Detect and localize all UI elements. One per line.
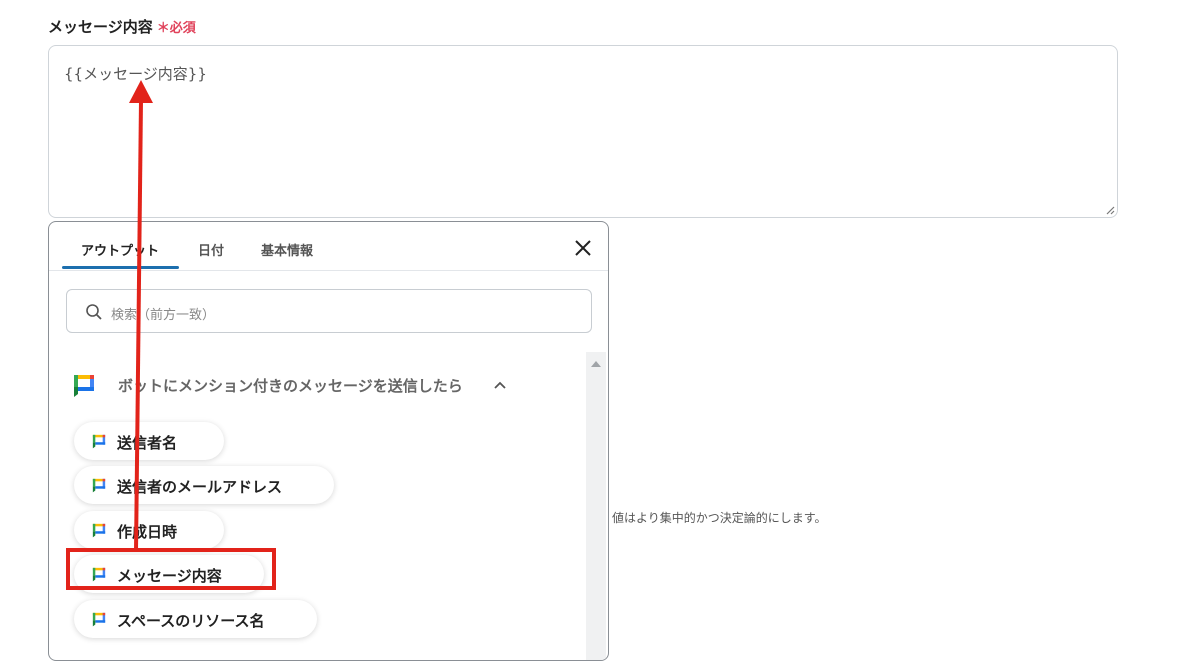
required-text: 必須 [169, 21, 196, 36]
google-chat-icon [74, 375, 94, 397]
required-badge: ＊必須 [157, 21, 196, 36]
scrollbar[interactable] [586, 352, 606, 660]
background-hint-text: 値はより集中的かつ決定論的にします。 [612, 511, 827, 525]
scroll-up-arrow-icon[interactable] [591, 361, 601, 367]
message-textarea[interactable]: {{メッセージ内容}} [48, 45, 1118, 218]
google-chat-icon [92, 523, 106, 538]
section-header[interactable]: ボットにメンション付きのメッセージを送信したら [71, 372, 521, 398]
output-item-label: スペースのリソース名 [117, 612, 265, 630]
output-item-label: 送信者名 [117, 434, 178, 452]
output-item-created-at[interactable]: 作成日時 [74, 511, 224, 549]
resize-grip-icon[interactable] [1105, 205, 1115, 215]
output-item-label: 作成日時 [117, 523, 178, 541]
search-icon [86, 304, 102, 320]
active-tab-indicator [62, 266, 179, 269]
field-label-text: メッセージ内容 [48, 18, 153, 36]
section-title: ボットにメンション付きのメッセージを送信したら [118, 377, 463, 395]
tab-output[interactable]: アウトプット [81, 240, 159, 259]
field-label: メッセージ内容 ＊必須 [48, 16, 196, 37]
search-input[interactable]: 検索（前方一致） [66, 289, 592, 333]
annotation-highlight-box [66, 548, 276, 590]
required-mark: ＊ [156, 21, 170, 36]
chevron-up-icon[interactable] [494, 380, 506, 390]
output-item-sender-email[interactable]: 送信者のメールアドレス [74, 466, 334, 504]
search-placeholder: 検索（前方一致） [111, 308, 216, 323]
google-chat-icon [92, 434, 106, 449]
output-item-space-resource-name[interactable]: スペースのリソース名 [74, 600, 317, 638]
tab-basic-info[interactable]: 基本情報 [261, 240, 313, 259]
google-chat-icon [92, 478, 106, 493]
tab-bar: アウトプット 日付 基本情報 [49, 222, 608, 271]
tab-date[interactable]: 日付 [198, 240, 224, 259]
output-item-label: 送信者のメールアドレス [117, 478, 283, 496]
message-value: {{メッセージ内容}} [64, 65, 207, 83]
output-item-sender-name[interactable]: 送信者名 [74, 422, 224, 460]
google-chat-icon [92, 612, 106, 627]
close-icon[interactable] [573, 238, 593, 258]
output-picker-panel: アウトプット 日付 基本情報 検索（前方一致） ボットにメンション付きのメッセー… [48, 221, 609, 661]
